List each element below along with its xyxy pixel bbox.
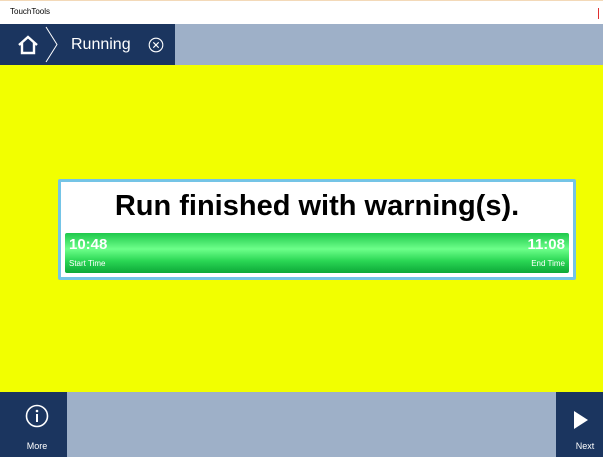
top-navigation: Running <box>0 24 603 65</box>
breadcrumb: Running <box>0 24 175 65</box>
window-close-marker <box>598 8 599 19</box>
next-button[interactable]: Next <box>556 392 603 457</box>
run-progress-bar: 10:48 Start Time 11:08 End Time <box>65 233 569 273</box>
circle-x-icon[interactable] <box>148 37 164 53</box>
main-content: Run finished with warning(s). 10:48 Star… <box>0 65 603 392</box>
title-bar: TouchTools <box>0 0 603 24</box>
run-status-message: Run finished with warning(s). <box>114 190 520 222</box>
more-button[interactable]: More <box>0 392 67 457</box>
touchtools-window: TouchTools Running Run finished with war… <box>0 0 603 457</box>
breadcrumb-item-running[interactable]: Running <box>71 36 131 54</box>
play-icon <box>574 411 588 429</box>
end-time-label: End Time <box>531 259 565 268</box>
start-time-value: 10:48 <box>69 236 108 253</box>
start-time-label: Start Time <box>69 259 106 268</box>
end-time-value: 11:08 <box>527 236 565 253</box>
home-icon <box>18 34 38 54</box>
info-icon <box>25 404 49 428</box>
bottom-toolbar: More Next <box>0 392 603 457</box>
more-button-label: More <box>26 441 48 451</box>
run-status-card: Run finished with warning(s). 10:48 Star… <box>58 179 576 280</box>
next-button-label: Next <box>575 441 595 451</box>
window-title: TouchTools <box>10 7 51 16</box>
breadcrumb-separator <box>45 26 58 63</box>
